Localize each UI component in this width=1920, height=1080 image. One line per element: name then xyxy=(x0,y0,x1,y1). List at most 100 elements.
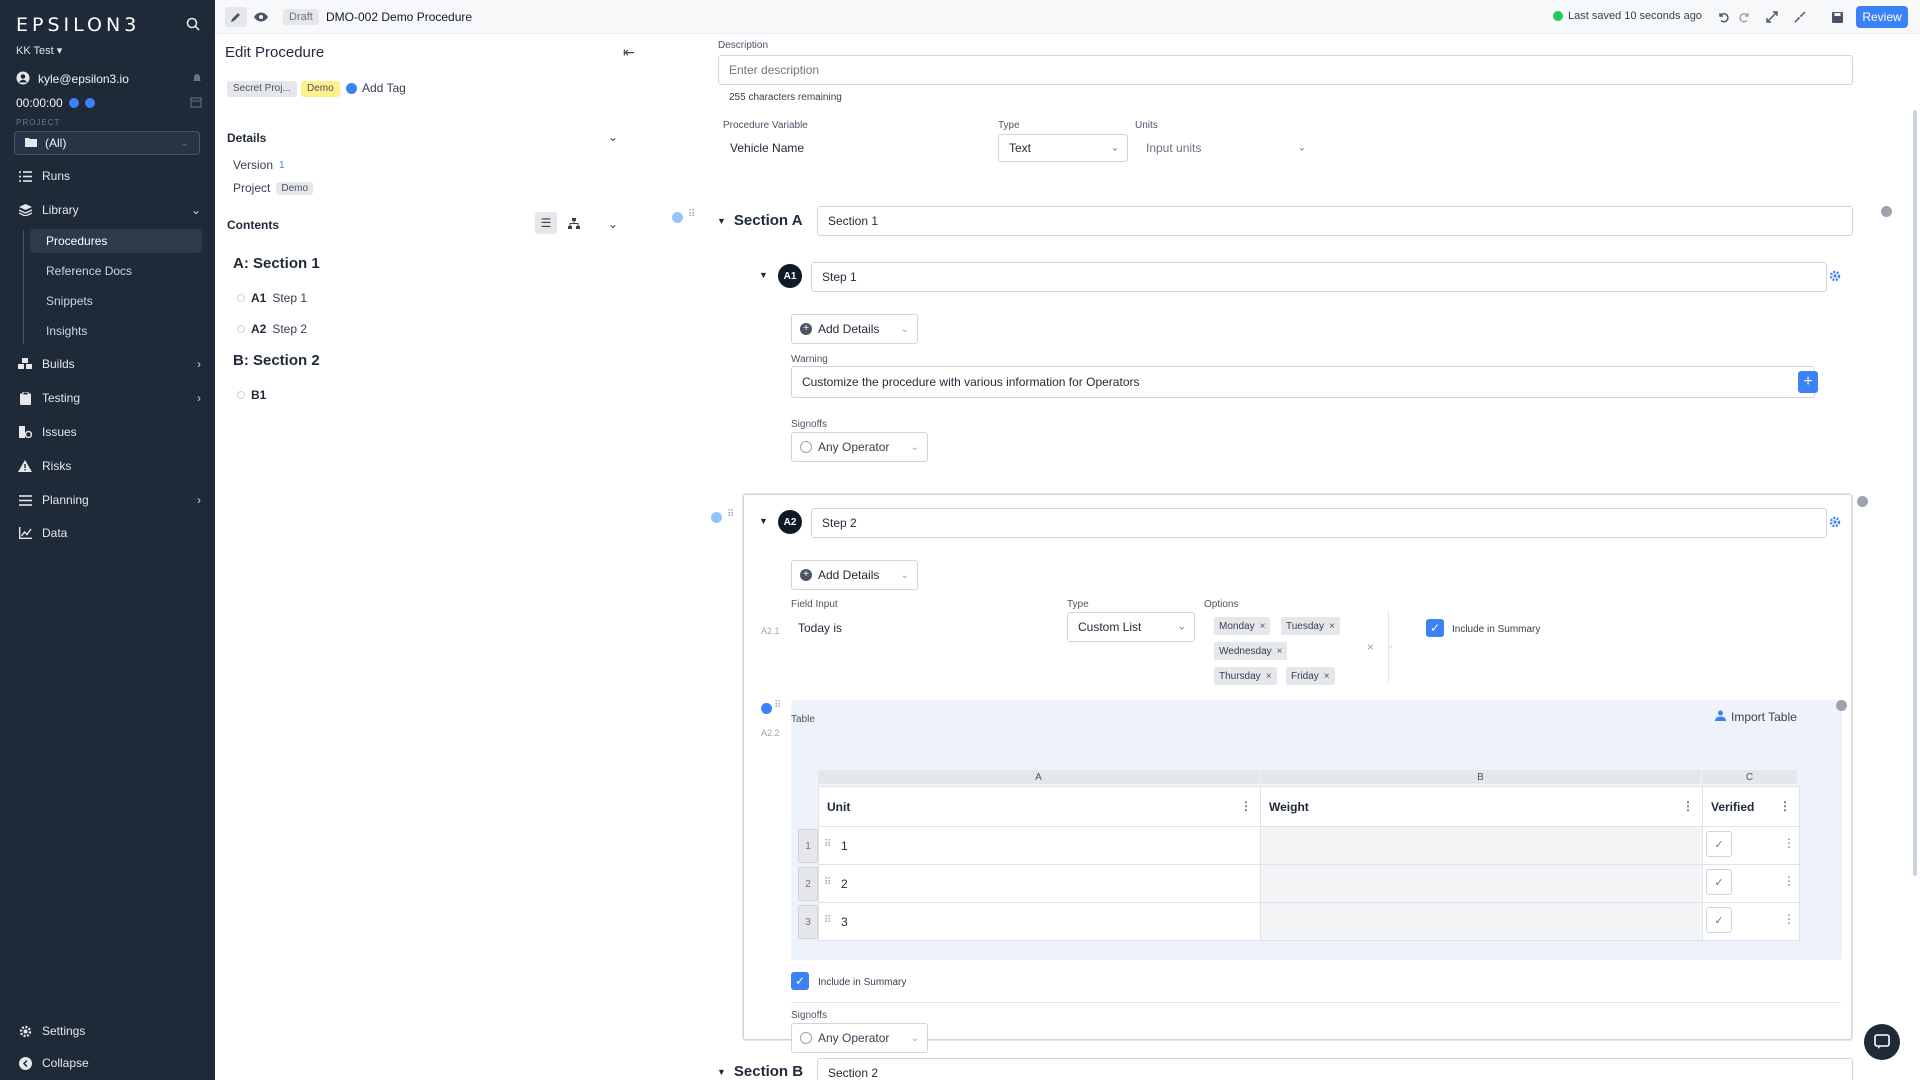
add-circle-icon[interactable] xyxy=(711,512,722,523)
undo-icon[interactable] xyxy=(1715,9,1731,25)
option-chip[interactable]: Tuesday × xyxy=(1281,617,1340,635)
add-content-button[interactable]: + xyxy=(1798,371,1818,393)
option-chip[interactable]: Thursday × xyxy=(1214,667,1277,685)
toc-section-a[interactable]: A: Section 1 xyxy=(233,255,320,272)
toc-step-b1[interactable]: B1 xyxy=(237,388,266,402)
step-a1-name-input[interactable] xyxy=(811,262,1827,292)
nav-reference-docs[interactable]: Reference Docs xyxy=(30,259,202,283)
nav-planning[interactable]: Planning › xyxy=(0,487,215,513)
section-a-header[interactable]: ▼ Section A xyxy=(717,212,803,229)
nav-data[interactable]: Data xyxy=(0,520,215,546)
table-cell-unit[interactable]: 2 xyxy=(818,864,1261,903)
nav-procedures[interactable]: Procedures xyxy=(30,229,202,253)
close-icon[interactable]: × xyxy=(1324,671,1330,682)
step-a2-name-input[interactable] xyxy=(811,508,1827,538)
toc-step-a1[interactable]: A1 Step 1 xyxy=(237,291,307,305)
table-cell-weight[interactable] xyxy=(1260,902,1703,941)
variable-type-select[interactable]: Text ⌄ xyxy=(998,134,1128,162)
drag-handle-icon[interactable]: ⠿ xyxy=(824,915,831,926)
field-input-value[interactable]: Today is xyxy=(798,621,842,635)
warning-textarea[interactable]: Customize the procedure with various inf… xyxy=(791,366,1815,398)
play-icon[interactable] xyxy=(68,98,79,108)
nav-runs[interactable]: Runs xyxy=(0,163,215,189)
close-icon[interactable]: × xyxy=(1260,621,1266,632)
signoff-select[interactable]: Any Operator ⌄ xyxy=(791,432,928,462)
table-cell-weight[interactable] xyxy=(1260,864,1703,903)
calendar-icon[interactable] xyxy=(190,96,202,111)
kebab-icon[interactable]: ⋮ xyxy=(1783,836,1795,850)
tree-view-icon[interactable] xyxy=(563,212,585,234)
procedure-variable-value[interactable]: Vehicle Name xyxy=(730,141,804,155)
option-chip[interactable]: Friday × xyxy=(1286,667,1335,685)
toc-step-a2[interactable]: A2 Step 2 xyxy=(237,322,307,336)
table-cell-unit[interactable]: 1 xyxy=(818,826,1261,865)
verify-button[interactable]: ✓ xyxy=(1706,869,1732,895)
option-chip[interactable]: Wednesday × xyxy=(1214,642,1288,660)
nav-issues[interactable]: Issues xyxy=(0,419,215,445)
close-step-icon[interactable] xyxy=(1857,496,1868,507)
chat-icon[interactable] xyxy=(1864,1024,1900,1060)
row-number[interactable]: 3 xyxy=(798,905,818,939)
section-b-header[interactable]: ▼ Section B xyxy=(717,1063,803,1080)
add-circle-icon[interactable] xyxy=(672,212,683,223)
option-chip[interactable]: Monday × xyxy=(1214,617,1271,635)
nav-library[interactable]: Library ⌄ xyxy=(0,197,215,223)
chevron-down-icon[interactable]: ⌄ xyxy=(608,217,618,231)
close-icon[interactable]: × xyxy=(1266,671,1272,682)
drag-handle-icon[interactable]: ⠿ xyxy=(824,877,831,888)
add-details-button[interactable]: + Add Details ⌄ xyxy=(791,314,918,344)
drag-handle-icon[interactable]: ⠿ xyxy=(727,509,734,520)
description-input[interactable] xyxy=(718,55,1853,85)
add-circle-icon[interactable] xyxy=(761,703,772,714)
eye-icon[interactable] xyxy=(253,9,269,25)
arrow-left-icon[interactable]: ⇤ xyxy=(623,44,635,61)
bell-icon[interactable] xyxy=(192,72,202,86)
close-table-icon[interactable] xyxy=(1836,700,1847,711)
nav-insights[interactable]: Insights xyxy=(30,319,202,343)
nav-builds[interactable]: Builds › xyxy=(0,351,215,377)
gear-icon[interactable] xyxy=(1829,270,1843,284)
review-button[interactable]: Review xyxy=(1856,6,1908,28)
kebab-icon[interactable]: ⋮ xyxy=(1779,799,1791,813)
close-icon[interactable]: × xyxy=(1277,646,1283,657)
clear-options-icon[interactable]: × xyxy=(1367,640,1374,654)
table-cell-weight[interactable] xyxy=(1260,826,1703,865)
drag-handle-icon[interactable]: ⠿ xyxy=(824,839,831,850)
workspace-switcher[interactable]: KK Test ▾ xyxy=(16,44,62,57)
tag-secret-project[interactable]: Secret Proj... xyxy=(227,81,297,97)
chevron-down-icon[interactable]: ⌄ xyxy=(608,130,618,144)
close-icon[interactable]: × xyxy=(1329,621,1335,632)
section-b-name-input[interactable] xyxy=(817,1058,1853,1080)
tag-demo[interactable]: Demo xyxy=(301,81,340,97)
nav-snippets[interactable]: Snippets xyxy=(30,289,202,313)
nav-risks[interactable]: Risks xyxy=(0,453,215,479)
units-select[interactable]: Input units ⌄ xyxy=(1135,134,1315,162)
row-number[interactable]: 2 xyxy=(798,867,818,901)
pencil-icon[interactable] xyxy=(225,7,247,27)
column-header-unit[interactable]: Unit ⋮ xyxy=(818,786,1261,827)
table-include-summary-checkbox[interactable]: ✓ xyxy=(791,972,809,990)
column-header-weight[interactable]: Weight ⋮ xyxy=(1260,786,1703,827)
verify-button[interactable]: ✓ xyxy=(1706,907,1732,933)
close-section-icon[interactable] xyxy=(1881,206,1892,217)
kebab-icon[interactable]: ⋮ xyxy=(1783,874,1795,888)
caret-down-icon[interactable]: ▼ xyxy=(759,516,768,526)
redo-icon[interactable] xyxy=(1737,9,1753,25)
stop-icon[interactable] xyxy=(84,98,95,108)
nav-settings[interactable]: Settings xyxy=(0,1018,215,1044)
section-a-name-input[interactable] xyxy=(817,206,1853,236)
toc-section-b[interactable]: B: Section 2 xyxy=(233,352,320,369)
search-icon[interactable] xyxy=(186,17,202,33)
list-view-icon[interactable]: ☰ xyxy=(535,212,557,234)
table-cell-unit[interactable]: 3 xyxy=(818,902,1261,941)
column-header-verified[interactable]: Verified ⋮ xyxy=(1702,786,1800,827)
nav-testing[interactable]: Testing › xyxy=(0,385,215,411)
import-table-button[interactable]: Import Table xyxy=(1715,710,1797,724)
collapse-arrows-icon[interactable] xyxy=(1792,9,1808,25)
gear-icon[interactable] xyxy=(1829,516,1843,530)
project-select[interactable]: (All) ⌄ xyxy=(14,131,200,155)
add-tag-button[interactable]: Add Tag xyxy=(346,81,406,95)
kebab-icon[interactable]: ⋮ xyxy=(1682,799,1694,813)
signoff-select[interactable]: Any Operator ⌄ xyxy=(791,1023,928,1053)
user-row[interactable]: kyle@epsilon3.io xyxy=(16,70,202,88)
